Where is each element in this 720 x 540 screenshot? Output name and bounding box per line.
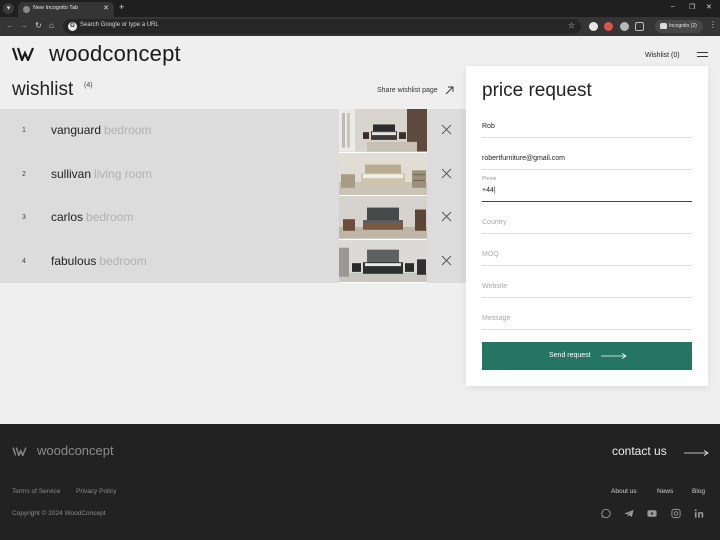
website-placeholder: Website [482,283,508,290]
item-number: 1 [22,127,26,134]
tab-close-icon[interactable]: ✕ [103,4,109,12]
minimize-icon[interactable]: – [671,3,675,10]
send-request-label: Send request [549,352,591,359]
remove-item-icon[interactable] [441,255,452,266]
website-field[interactable]: Website [482,272,692,298]
item-number: 4 [22,257,26,265]
moq-placeholder: MOQ [482,251,499,258]
email-field[interactable]: robertfurniture@gmail.com [482,144,692,170]
incognito-icon [660,23,667,29]
wishlist-link[interactable]: Wishlist (0) [645,52,680,59]
tab-search-icon[interactable]: ▾ [3,3,14,14]
home-icon[interactable]: ⌂ [49,21,54,30]
tab-title: New Incognito Tab [33,5,79,11]
message-field[interactable]: Message [482,304,692,330]
wishlist-count: (4) [84,82,93,89]
reload-icon[interactable]: ↻ [35,21,42,30]
item-category: bedroom [104,123,152,137]
remove-item-icon[interactable] [441,124,452,135]
forward-icon[interactable]: → [20,21,28,30]
telegram-icon[interactable] [623,508,635,519]
wishlist-item[interactable]: 1 vanguard bedroom [0,109,466,153]
item-category: bedroom [99,253,147,268]
google-icon: G [68,22,77,31]
terms-link[interactable]: Terms of Service [12,488,60,495]
blog-link[interactable]: Blog [692,488,705,495]
whatsapp-icon[interactable] [600,508,612,519]
incognito-badge[interactable]: Incognito (2) [655,20,703,33]
arrow-right-icon[interactable] [684,450,709,456]
item-name[interactable]: sullivan living room [51,167,152,181]
phone-field[interactable]: Phone +44| [482,176,692,202]
product-image[interactable] [339,109,427,153]
incognito-tab-icon [23,6,30,13]
restore-icon[interactable]: ❐ [689,3,695,11]
product-image[interactable] [339,152,427,197]
wishlist-item[interactable]: 4 fabulous bedroom [0,239,466,284]
browser-tab[interactable]: New Incognito Tab ✕ [18,2,114,17]
arrow-up-right-icon[interactable] [445,86,454,95]
extension-icon[interactable] [620,22,629,31]
phone-label: Phone [482,176,497,182]
send-request-button[interactable]: Send request [482,342,692,370]
news-link[interactable]: News [657,488,673,495]
extension-icon[interactable] [604,22,613,31]
product-image[interactable] [339,239,427,284]
name-value: Rob [482,123,495,130]
share-wishlist-link[interactable]: Share wishlist page [377,87,438,94]
wishlist-item[interactable]: 2 sullivan living room [0,152,466,197]
address-bar[interactable]: G Search Google or type a URL ☆ [63,19,581,34]
item-category: bedroom [86,210,134,224]
phone-value: +44| [482,187,496,194]
bookmark-star-icon[interactable]: ☆ [568,21,575,30]
linkedin-icon[interactable] [693,508,705,519]
message-placeholder: Message [482,315,511,322]
remove-item-icon[interactable] [441,211,452,222]
address-placeholder: Search Google or type a URL [80,22,159,28]
item-number: 2 [22,170,26,178]
site-logo[interactable]: woodconcept [49,41,181,67]
contact-us-link[interactable]: contact us [612,444,667,458]
item-category: living room [94,166,153,181]
extensions-puzzle-icon[interactable] [635,22,644,31]
wishlist-list: 1 vanguard bedroom 2 sullivan living room [0,109,466,283]
about-link[interactable]: About us [611,488,637,495]
remove-item-icon[interactable] [441,168,452,179]
youtube-icon[interactable] [646,508,658,519]
country-placeholder: Country [482,219,507,226]
browser-toolbar: ← → ↻ ⌂ G Search Google or type a URL ☆ … [0,17,720,36]
new-tab-icon[interactable]: + [119,2,124,12]
close-window-icon[interactable]: ✕ [706,3,712,11]
menu-hamburger-icon[interactable] [697,52,708,59]
price-request-panel: price request Rob robertfurniture@gmail.… [466,66,708,386]
item-name[interactable]: fabulous bedroom [51,254,147,268]
price-request-title: price request [482,80,592,101]
site-footer: woodconcept contact us Terms of Service … [0,424,720,540]
privacy-link[interactable]: Privacy Policy [76,488,116,495]
back-icon[interactable]: ← [6,21,14,30]
name-field[interactable]: Rob [482,112,692,138]
product-image[interactable] [339,196,427,240]
arrow-right-icon [601,353,627,359]
incognito-label: Incognito (2) [669,23,697,29]
wishlist-title: wishlist [12,79,74,100]
browser-tab-bar: ▾ New Incognito Tab ✕ + – ❐ ✕ [0,0,720,17]
copyright: Copyright © 2024 WoodConcept [12,510,106,517]
footer-logo[interactable]: woodconcept [37,443,114,458]
wishlist-item[interactable]: 3 carlos bedroom [0,196,466,240]
logo-mark-icon[interactable] [12,47,34,61]
extension-icon[interactable] [589,22,598,31]
email-value: robertfurniture@gmail.com [482,155,565,162]
moq-field[interactable]: MOQ [482,240,692,266]
footer-logo-mark-icon[interactable] [12,447,27,456]
instagram-icon[interactable] [670,508,682,519]
item-number: 3 [22,214,26,221]
country-field[interactable]: Country [482,208,692,234]
item-name[interactable]: vanguard bedroom [51,123,151,137]
item-name[interactable]: carlos bedroom [51,210,133,224]
more-menu-icon[interactable]: ⋮ [709,20,717,29]
